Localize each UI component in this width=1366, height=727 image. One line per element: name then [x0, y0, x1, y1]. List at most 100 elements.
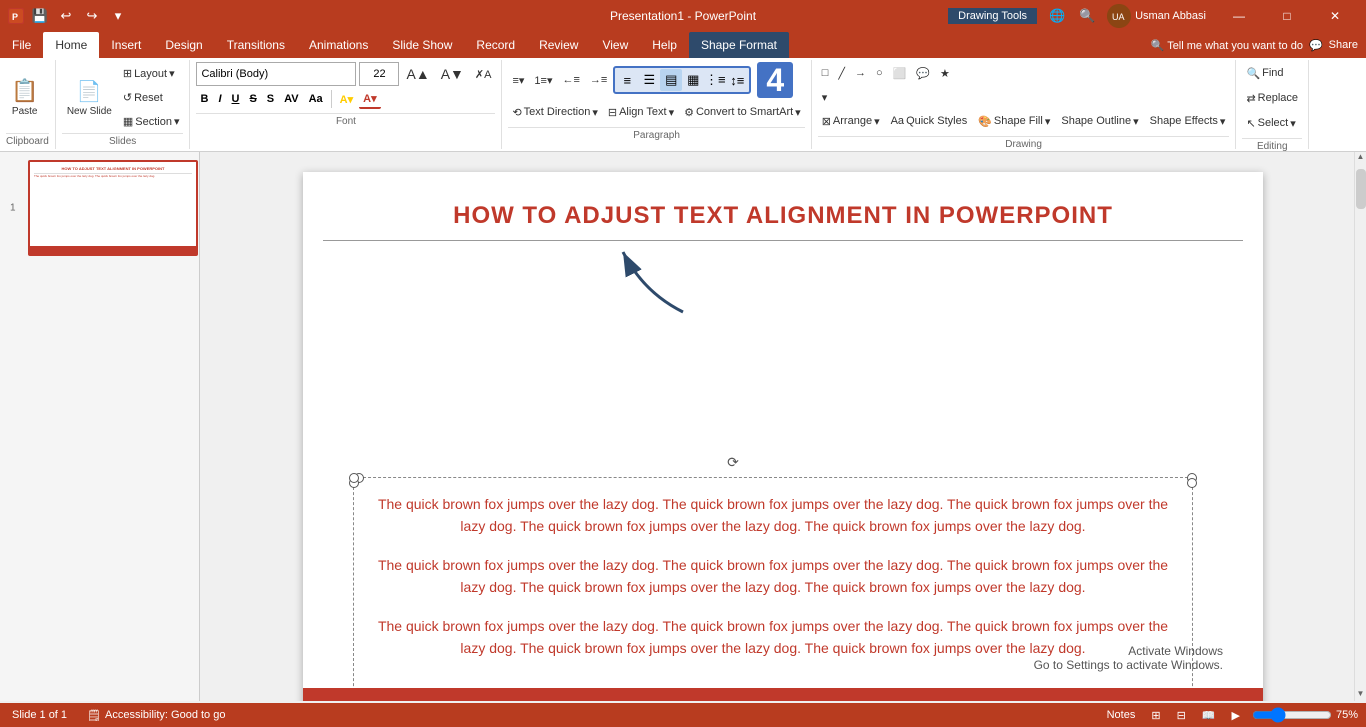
callout-shape[interactable]: 💬 [912, 62, 934, 84]
svg-text:P: P [12, 12, 18, 22]
more-shapes[interactable]: ▾ [818, 86, 832, 108]
customize-button[interactable]: ▾ [108, 6, 128, 26]
normal-view-btn[interactable]: ⊞ [1147, 707, 1164, 724]
zoom-slider[interactable] [1252, 707, 1332, 723]
vertical-scrollbar[interactable]: ▲ ▼ [1354, 152, 1366, 701]
canvas-scroll[interactable]: HOW TO ADJUST TEXT ALIGNMENT IN POWERPOI… [200, 152, 1366, 701]
text-direction-button[interactable]: ⟲ Text Direction ▾ [508, 101, 601, 123]
find-icon: 🔍 [1246, 67, 1260, 80]
font-size-input[interactable] [359, 62, 399, 86]
line-spacing-button[interactable]: ↕≡ [726, 69, 748, 91]
avatar: UA [1107, 4, 1131, 28]
increase-indent-button[interactable]: →≡ [586, 69, 611, 91]
shape-fill-button[interactable]: 🎨 Shape Fill ▾ [974, 110, 1054, 132]
replace-button[interactable]: ⇄ Replace [1242, 87, 1302, 109]
comments-btn[interactable]: 💬 [1309, 39, 1323, 52]
search-icon[interactable]: 🔍 [1077, 6, 1097, 26]
share-btn[interactable]: Share [1329, 39, 1358, 51]
italic-button[interactable]: I [214, 89, 225, 109]
text-box-selected[interactable]: ⤡ The quick brown fox jumps over the laz… [353, 477, 1193, 701]
bullets-button[interactable]: ≡▾ [508, 69, 528, 91]
reset-button[interactable]: ↺ Reset [119, 87, 184, 109]
align-text-button[interactable]: ⊟ Align Text ▾ [604, 101, 678, 123]
shape-effects-button[interactable]: Shape Effects ▾ [1146, 110, 1230, 132]
slide-thumbnail[interactable]: HOW TO ADJUST TEXT ALIGNMENT IN POWERPOI… [28, 160, 198, 256]
tab-record[interactable]: Record [464, 32, 527, 58]
notes-btn[interactable]: Notes [1103, 707, 1140, 723]
rect-shape[interactable]: □ [818, 62, 833, 84]
section-icon: ▦ [123, 115, 133, 128]
section-button[interactable]: ▦ Section ▾ [119, 111, 184, 133]
select-button[interactable]: ↖ Select ▾ [1242, 112, 1302, 134]
arrange-button[interactable]: ⊠ Arrange ▾ [818, 110, 884, 132]
tab-file[interactable]: File [0, 32, 43, 58]
shape-outline-button[interactable]: Shape Outline ▾ [1057, 110, 1142, 132]
arrow-shape[interactable]: → [851, 62, 870, 84]
undo-button[interactable]: ↩ [56, 6, 76, 26]
tab-view[interactable]: View [590, 32, 640, 58]
close-button[interactable]: ✕ [1312, 0, 1358, 32]
tab-design[interactable]: Design [153, 32, 214, 58]
font-name-input[interactable] [196, 62, 356, 86]
line-shape[interactable]: ╱ [834, 62, 849, 84]
tab-help[interactable]: Help [640, 32, 689, 58]
quick-styles-button[interactable]: Aa Quick Styles [887, 110, 972, 132]
font-color-button[interactable]: A▾ [359, 89, 380, 109]
font-decrease-button[interactable]: A▼ [437, 63, 468, 85]
slideshow-btn[interactable]: ▶ [1228, 707, 1244, 724]
tab-review[interactable]: Review [527, 32, 590, 58]
oval-shape[interactable]: ○ [872, 62, 887, 84]
char-spacing-button[interactable]: AV [280, 89, 302, 109]
star-shape[interactable]: ★ [936, 62, 954, 84]
underline-button[interactable]: U [228, 89, 244, 109]
svg-text:UA: UA [1112, 12, 1125, 22]
decrease-indent-button[interactable]: ←≡ [558, 69, 583, 91]
tab-shape-format[interactable]: Shape Format [689, 32, 789, 58]
slide-sorter-btn[interactable]: ⊟ [1173, 707, 1190, 724]
tab-insert[interactable]: Insert [99, 32, 153, 58]
paste-button[interactable]: 📋 Paste [6, 75, 43, 120]
align-right-button[interactable]: ▤ [660, 69, 682, 91]
tab-animations[interactable]: Animations [297, 32, 380, 58]
tab-transitions[interactable]: Transitions [215, 32, 297, 58]
handle-top-left[interactable] [349, 473, 359, 483]
align-left-button[interactable]: ≡ [616, 69, 638, 91]
strikethrough-button[interactable]: S [245, 89, 260, 109]
tab-home[interactable]: Home [43, 32, 99, 58]
notes-button[interactable]: 🗒 Accessibility: Good to go [83, 707, 229, 724]
change-case-button[interactable]: Aa [305, 89, 327, 109]
ribbon-group-drawing: □ ╱ → ○ ⬜ 💬 ★ ▾ ⊠ Arrange ▾ Aa Quick Sty… [812, 60, 1237, 149]
columns-button[interactable]: ⋮≡ [704, 69, 726, 91]
layout-button[interactable]: ⊞ Layout ▾ [119, 63, 184, 85]
clipboard-label: Clipboard [6, 133, 49, 147]
convert-smartart-button[interactable]: ⚙ Convert to SmartArt ▾ [680, 101, 805, 123]
align-justify-button[interactable]: ▦ [682, 69, 704, 91]
rotation-handle[interactable]: ⟳ [723, 452, 743, 472]
scroll-down-button[interactable]: ▼ [1355, 689, 1366, 701]
highlight-button[interactable]: A▾ [336, 89, 357, 109]
scroll-up-button[interactable]: ▲ [1355, 152, 1366, 164]
help-icon[interactable]: 🌐 [1047, 6, 1067, 26]
tab-slideshow[interactable]: Slide Show [380, 32, 464, 58]
scroll-track[interactable] [1355, 164, 1366, 689]
minimize-button[interactable]: — [1216, 0, 1262, 32]
save-button[interactable]: 💾 [30, 6, 50, 26]
new-slide-button[interactable]: 📄 New Slide [62, 76, 117, 120]
scroll-thumb[interactable] [1356, 169, 1366, 209]
drawing-tools-label: Drawing Tools [948, 8, 1037, 24]
text-content[interactable]: The quick brown fox jumps over the lazy … [354, 478, 1192, 690]
shadow-button[interactable]: S [263, 89, 278, 109]
bold-button[interactable]: B [196, 89, 212, 109]
ribbon-group-paragraph: ≡▾ 1≡▾ ←≡ →≡ ≡ ☰ ▤ ▦ ⋮≡ ↕≡ 4 ⟲ [502, 60, 811, 149]
numbering-button[interactable]: 1≡▾ [530, 69, 556, 91]
font-increase-button[interactable]: A▲ [402, 63, 433, 85]
redo-button[interactable]: ↪ [82, 6, 102, 26]
align-center-button[interactable]: ☰ [638, 69, 660, 91]
reading-view-btn[interactable]: 📖 [1198, 707, 1220, 724]
rounded-rect-shape[interactable]: ⬜ [889, 62, 911, 84]
clear-format-button[interactable]: ✗A [471, 63, 496, 85]
search-box[interactable]: 🔍 Tell me what you want to do [1151, 39, 1303, 52]
maximize-button[interactable]: □ [1264, 0, 1310, 32]
find-button[interactable]: 🔍 Find [1242, 62, 1302, 84]
handle-right[interactable] [1187, 478, 1197, 488]
